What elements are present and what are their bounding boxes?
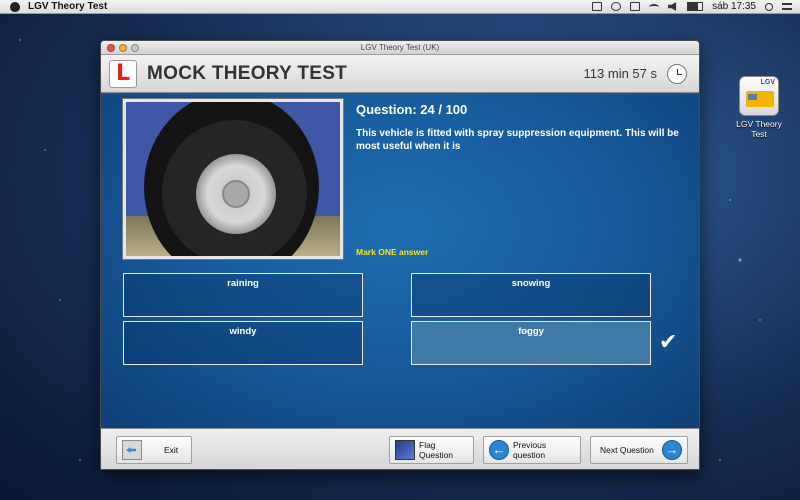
clock-icon <box>667 63 687 84</box>
flag-icon <box>395 440 415 460</box>
exit-icon <box>122 440 142 460</box>
answer-instruction: Mark ONE answer <box>356 247 429 257</box>
previous-question-button[interactable]: ← Previous question <box>483 436 581 464</box>
time-machine-icon[interactable] <box>611 2 622 11</box>
next-question-button[interactable]: Next Question → <box>590 436 688 464</box>
apple-icon[interactable] <box>10 1 20 12</box>
close-window-button[interactable] <box>107 43 115 52</box>
bluetooth-icon[interactable] <box>630 2 641 11</box>
menu-extras: sáb 17:35 <box>592 1 800 12</box>
checkmark-icon: ✔ <box>659 330 678 355</box>
spotlight-search-icon[interactable] <box>765 2 773 11</box>
answer-option-snowing[interactable]: snowing <box>411 273 651 317</box>
answer-option-windy[interactable]: windy <box>123 321 363 365</box>
truck-icon <box>746 91 774 107</box>
menu-app-name[interactable]: LGV Theory Test <box>28 1 107 12</box>
answer-option-raining[interactable]: raining <box>123 273 363 317</box>
question-image <box>123 99 343 259</box>
battery-icon[interactable] <box>687 2 704 11</box>
lgv-truck-icon[interactable]: LGV <box>739 76 779 116</box>
window-titlebar[interactable]: LGV Theory Test (UK) <box>101 41 699 55</box>
window-title: LGV Theory Test (UK) <box>360 43 440 52</box>
zoom-window-button[interactable] <box>131 43 139 52</box>
answer-option-foggy[interactable]: foggy <box>411 321 651 365</box>
arrow-left-icon: ← <box>489 440 509 460</box>
exit-button[interactable]: Exit <box>116 436 192 464</box>
flag-question-button[interactable]: Flag Question <box>389 436 474 464</box>
question-panel: Question: 24 / 100 This vehicle is fitte… <box>101 94 699 428</box>
notification-center-icon[interactable] <box>782 3 792 10</box>
display-icon[interactable] <box>592 2 603 11</box>
navigation-footer: Exit Flag Question ← Previous question N… <box>101 428 699 469</box>
volume-icon[interactable] <box>668 2 677 11</box>
question-number: Question: 24 / 100 <box>356 102 468 117</box>
menu-clock[interactable]: sáb 17:35 <box>712 1 756 12</box>
arrow-right-icon: → <box>662 440 682 460</box>
countdown-timer: 113 min 57 s <box>583 66 657 81</box>
l-plate-logo: L <box>109 59 137 88</box>
wifi-icon[interactable] <box>649 3 660 10</box>
app-header: L MOCK THEORY TEST 113 min 57 s <box>101 55 699 93</box>
app-window: LGV Theory Test (UK) L MOCK THEORY TEST … <box>100 40 700 470</box>
minimize-window-button[interactable] <box>119 43 127 52</box>
page-title: MOCK THEORY TEST <box>147 62 348 84</box>
question-text: This vehicle is fitted with spray suppre… <box>356 128 679 152</box>
desktop-app-icon[interactable]: LGV LGV Theory Test <box>734 76 784 139</box>
menu-bar: LGV Theory Test sáb 17:35 <box>0 0 800 14</box>
desktop-icon-label: LGV Theory Test <box>736 119 782 139</box>
